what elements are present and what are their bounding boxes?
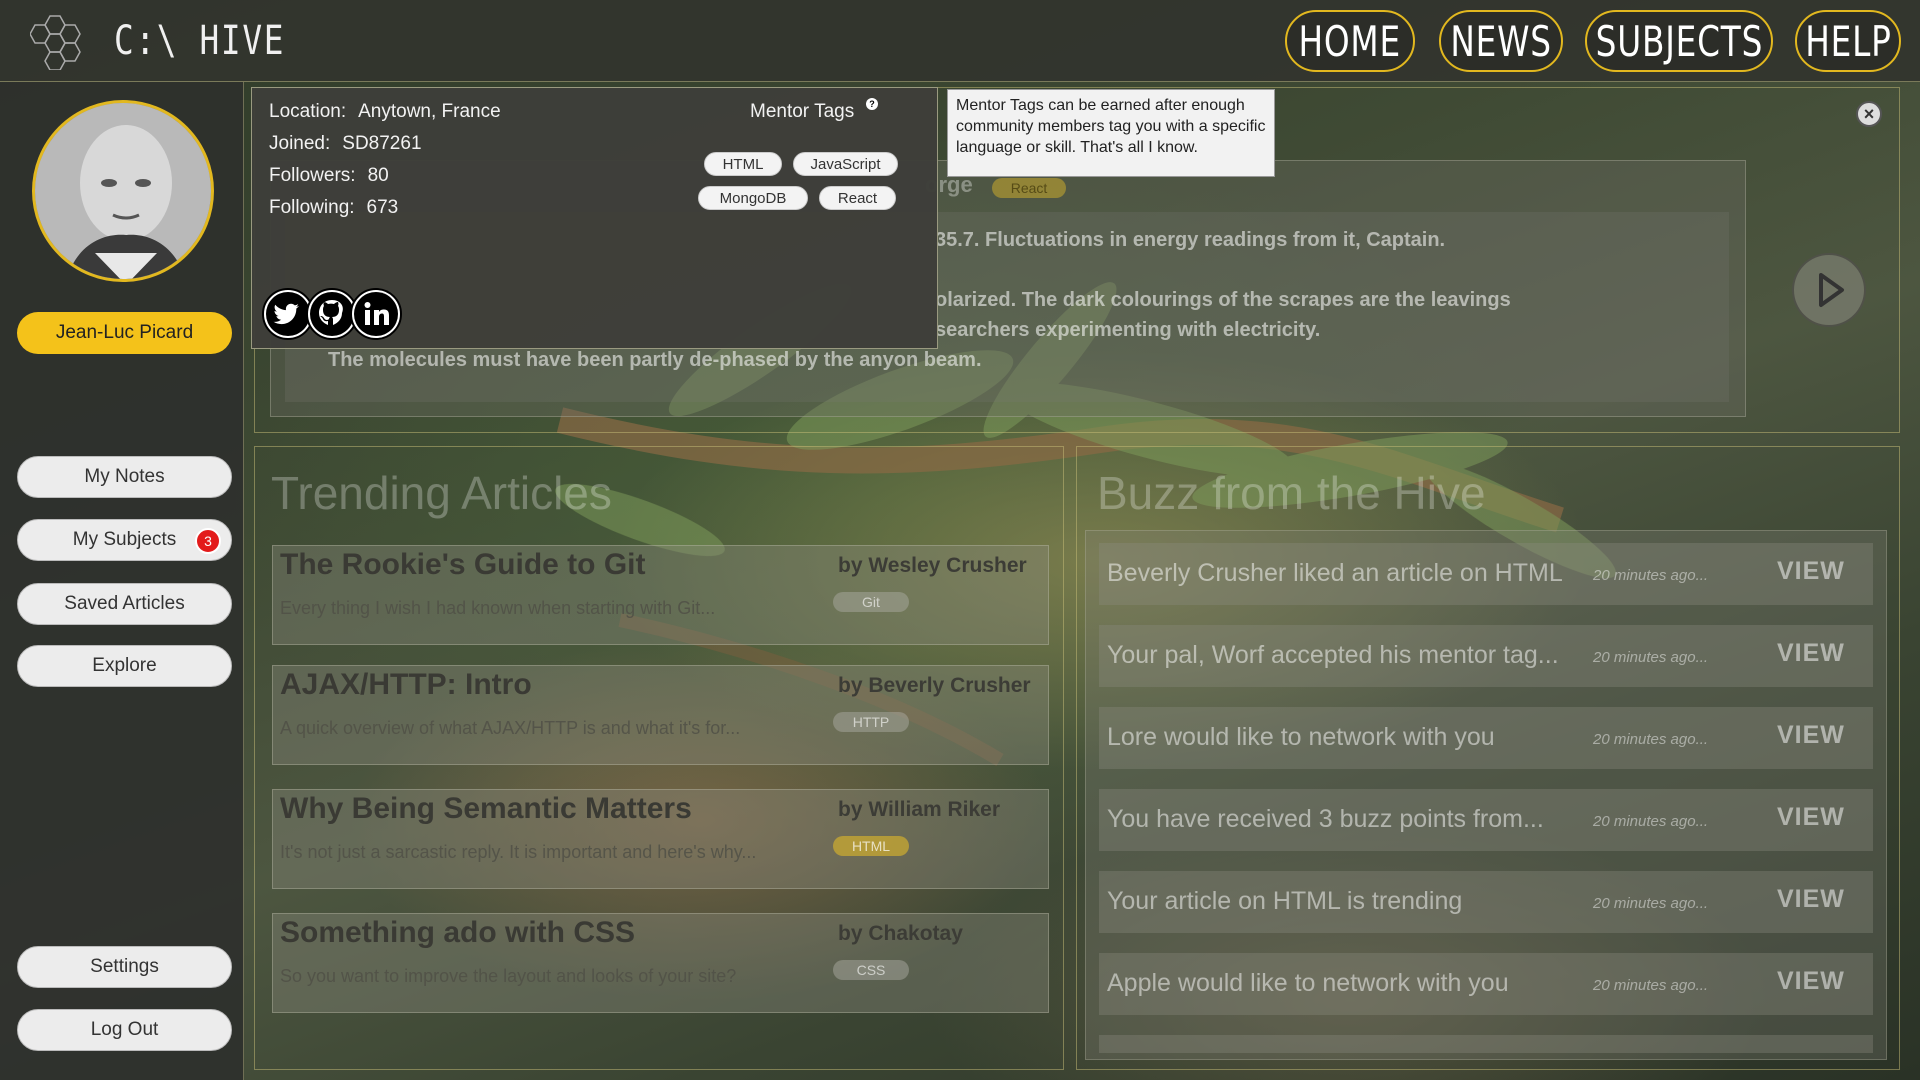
avatar-portrait-icon (35, 103, 211, 279)
hive-logo-icon[interactable] (30, 10, 92, 70)
help-icon[interactable]: ? (866, 98, 878, 110)
sidebar-item-explore[interactable]: Explore (17, 645, 232, 687)
trending-title: Trending Articles (271, 467, 612, 519)
buzz-item-partial (1099, 1035, 1873, 1053)
article-author: by Beverly Crusher (838, 674, 1031, 697)
article-title[interactable]: Something ado with CSS (280, 916, 635, 950)
nav-help[interactable]: HELP (1795, 10, 1901, 72)
nav-news[interactable]: NEWS (1439, 10, 1563, 72)
buzz-text: Your pal, Worf accepted his mentor tag..… (1107, 641, 1559, 669)
buzz-item: Lore would like to network with you 20 m… (1099, 707, 1873, 769)
mentor-tag[interactable]: JavaScript (793, 152, 898, 176)
buzz-text: Beverly Crusher liked an article on HTML (1107, 559, 1563, 587)
notification-badge: 3 (195, 528, 221, 554)
top-bar: C:\ HIVE HOME NEWS SUBJECTS HELP (0, 0, 1920, 82)
buzz-time: 20 minutes ago... (1593, 895, 1709, 912)
view-button[interactable]: VIEW (1777, 885, 1845, 914)
log-out-button[interactable]: Log Out (17, 1009, 232, 1051)
article-description: So you want to improve the layout and lo… (280, 966, 737, 986)
view-button[interactable]: VIEW (1777, 967, 1845, 996)
buzz-item: Your article on HTML is trending 20 minu… (1099, 871, 1873, 933)
profile-popup: Location: Anytown, France Joined: SD87261 … (251, 87, 938, 349)
brand-name[interactable]: C:\ HIVE (114, 18, 285, 64)
profile-following[interactable]: Following: 673 (269, 197, 398, 219)
buzz-time: 20 minutes ago... (1593, 731, 1709, 748)
buzz-text: You have received 3 buzz points from... (1107, 805, 1544, 833)
mentor-tags-tooltip: Mentor Tags can be earned after enough c… (947, 89, 1275, 177)
profile-followers[interactable]: Followers: 80 (269, 165, 389, 187)
article-author: by Chakotay (838, 922, 963, 945)
nav-subjects[interactable]: SUBJECTS (1585, 10, 1773, 72)
sidebar-item-saved-articles[interactable]: Saved Articles (17, 583, 232, 625)
next-slide-button[interactable] (1792, 253, 1866, 327)
buzz-item: You have received 3 buzz points from... … (1099, 789, 1873, 851)
article-tag[interactable]: HTML (833, 836, 909, 856)
featured-tag: React (992, 178, 1066, 198)
buzz-time: 20 minutes ago... (1593, 649, 1709, 666)
mentor-tag[interactable]: React (819, 186, 896, 210)
buzz-text: Lore would like to network with you (1107, 723, 1495, 751)
profile-joined: Joined: SD87261 (269, 133, 422, 154)
article-description: A quick overview of what AJAX/HTTP is an… (280, 718, 741, 738)
buzz-time: 20 minutes ago... (1593, 813, 1709, 830)
buzz-item: Beverly Crusher liked an article on HTML… (1099, 543, 1873, 605)
featured-line: 35.7. Fluctuations in energy readings fr… (935, 229, 1446, 251)
article-tag[interactable]: Git (833, 592, 909, 612)
sidebar-item-my-subjects[interactable]: My Subjects 3 (17, 519, 232, 561)
buzz-text: Your article on HTML is trending (1107, 887, 1463, 915)
mentor-tag[interactable]: MongoDB (698, 186, 808, 210)
article-tag[interactable]: HTTP (833, 712, 909, 732)
article-author: by Wesley Crusher (838, 554, 1027, 577)
sidebar: Jean-Luc Picard My Notes My Subjects 3 S… (0, 82, 244, 1080)
featured-line: searchers experimenting with electricity… (935, 319, 1321, 341)
buzz-title: Buzz from the Hive (1097, 467, 1486, 519)
mentor-tags-title: Mentor Tags (750, 101, 855, 122)
featured-line: The molecules must have been partly de-p… (328, 349, 982, 371)
article-title[interactable]: AJAX/HTTP: Intro (280, 668, 532, 702)
article-card[interactable]: The Rookie's Guide to Git Every thing I … (272, 545, 1049, 645)
settings-button[interactable]: Settings (17, 946, 232, 988)
nav-home[interactable]: HOME (1285, 10, 1415, 72)
profile-location: Location: Anytown, France (269, 101, 501, 122)
avatar[interactable] (32, 100, 214, 282)
article-card[interactable]: AJAX/HTTP: Intro A quick overview of wha… (272, 665, 1049, 765)
article-description: Every thing I wish I had known when star… (280, 598, 716, 618)
article-card[interactable]: Why Being Semantic Matters It's not just… (272, 789, 1049, 889)
featured-line: olarized. The dark colourings of the scr… (935, 289, 1511, 311)
view-button[interactable]: VIEW (1777, 639, 1845, 668)
linkedin-icon[interactable] (350, 288, 402, 340)
view-button[interactable]: VIEW (1777, 721, 1845, 750)
buzz-item: Apple would like to network with you 20 … (1099, 953, 1873, 1015)
sidebar-item-my-notes[interactable]: My Notes (17, 456, 232, 498)
buzz-text: Apple would like to network with you (1107, 969, 1509, 997)
buzz-time: 20 minutes ago... (1593, 567, 1709, 584)
article-card[interactable]: Something ado with CSS So you want to im… (272, 913, 1049, 1013)
close-icon[interactable]: × (1856, 101, 1882, 127)
article-title[interactable]: The Rookie's Guide to Git (280, 548, 646, 582)
article-description: It's not just a sarcastic reply. It is i… (280, 842, 757, 862)
user-name-button[interactable]: Jean-Luc Picard (17, 312, 232, 354)
article-title[interactable]: Why Being Semantic Matters (280, 792, 692, 826)
mentor-tag[interactable]: HTML (704, 152, 782, 176)
buzz-item: Your pal, Worf accepted his mentor tag..… (1099, 625, 1873, 687)
view-button[interactable]: VIEW (1777, 803, 1845, 832)
article-tag[interactable]: CSS (833, 960, 909, 980)
article-author: by William Riker (838, 798, 1001, 821)
buzz-time: 20 minutes ago... (1593, 977, 1709, 994)
play-icon (1819, 273, 1844, 307)
view-button[interactable]: VIEW (1777, 557, 1845, 586)
